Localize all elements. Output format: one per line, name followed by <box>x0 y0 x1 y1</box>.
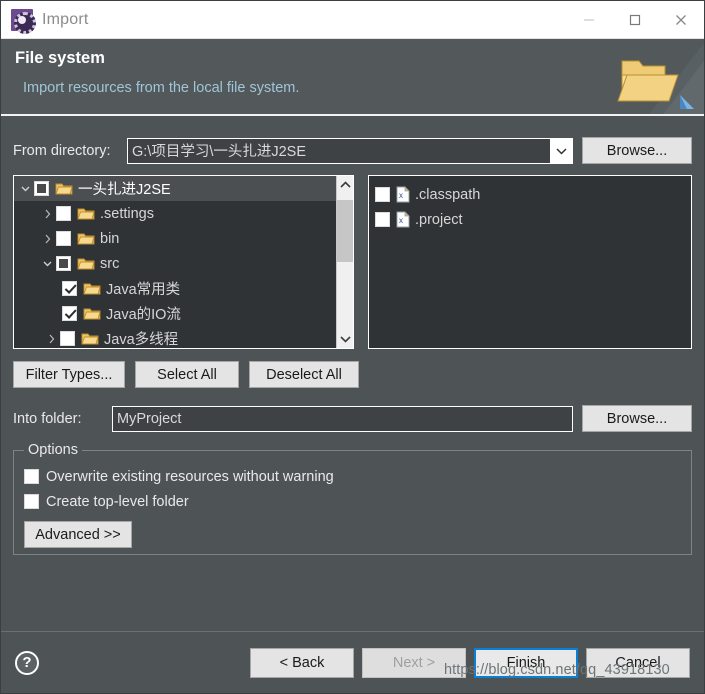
folder-icon <box>83 282 101 296</box>
chevron-down-icon[interactable] <box>337 330 354 348</box>
select-all-button[interactable]: Select All <box>135 361 239 388</box>
tree-checkbox[interactable] <box>56 206 71 221</box>
options-group: Options Overwrite existing resources wit… <box>13 442 692 555</box>
dialog-footer: ? < Back Next > Finish Cancel https://bl… <box>1 631 704 693</box>
tree-checkbox[interactable] <box>62 306 77 321</box>
file-list-panel[interactable]: x .classpath x .project <box>368 175 692 349</box>
selection-buttons-row: Filter Types... Select All Deselect All <box>13 361 692 388</box>
import-dialog: Import File system Import resources from… <box>0 0 705 694</box>
overwrite-option-label: Overwrite existing resources without war… <box>46 468 334 485</box>
open-folder-import-icon <box>617 43 704 114</box>
page-title: File system <box>15 49 105 67</box>
overwrite-checkbox[interactable] <box>24 469 39 484</box>
dialog-body: From directory: G:\项目学习\一头扎进J2SE Browse.… <box>1 116 704 631</box>
tree-row-label: .settings <box>100 205 154 222</box>
browse-into-folder-button[interactable]: Browse... <box>582 405 692 432</box>
tree-checkbox[interactable] <box>56 231 71 246</box>
file-checkbox[interactable] <box>375 187 390 202</box>
chevron-down-icon[interactable] <box>550 138 572 163</box>
chevron-down-icon[interactable] <box>40 259 56 269</box>
help-icon[interactable]: ? <box>15 650 39 675</box>
tree-checkbox[interactable] <box>62 281 77 296</box>
cancel-button[interactable]: Cancel <box>586 647 690 678</box>
title-bar: Import <box>1 1 704 39</box>
finish-button[interactable]: Finish <box>474 647 578 678</box>
xml-file-icon: x <box>396 186 410 203</box>
tree-row-label: Java常用类 <box>106 282 181 298</box>
page-description: Import resources from the local file sys… <box>23 80 300 96</box>
tree-checkbox[interactable] <box>34 181 49 196</box>
folder-icon <box>55 182 73 196</box>
options-legend: Options <box>24 442 82 458</box>
tree-row[interactable]: .settings <box>14 201 336 226</box>
scrollbar-thumb[interactable] <box>336 200 353 262</box>
tree-row[interactable]: Java多线程 <box>14 326 336 348</box>
eclipse-import-icon <box>11 8 36 34</box>
tree-row[interactable]: 一头扎进J2SE <box>14 176 336 201</box>
create-top-level-folder-option-label: Create top-level folder <box>46 493 189 510</box>
folder-tree[interactable]: 一头扎进J2SE .settings bin src Java常用类 Java的… <box>14 176 336 348</box>
tree-row[interactable]: Java的IO流 <box>14 301 336 326</box>
list-item-label: .classpath <box>415 186 481 203</box>
chevron-down-icon[interactable] <box>18 184 34 194</box>
minimize-icon[interactable] <box>566 1 612 39</box>
chevron-right-icon[interactable] <box>40 209 56 219</box>
tree-row-label: bin <box>100 230 120 247</box>
from-directory-combo[interactable]: G:\项目学习\一头扎进J2SE <box>127 137 573 164</box>
maximize-icon[interactable] <box>612 1 658 39</box>
wizard-header: File system Import resources from the lo… <box>1 39 704 116</box>
chevron-right-icon[interactable] <box>40 234 56 244</box>
deselect-all-button[interactable]: Deselect All <box>249 361 359 388</box>
tree-row-label: 一头扎进J2SE <box>78 182 171 198</box>
list-item[interactable]: x .classpath <box>375 182 691 207</box>
back-button[interactable]: < Back <box>250 647 354 678</box>
from-directory-input[interactable]: G:\项目学习\一头扎进J2SE <box>128 140 550 161</box>
folder-icon <box>81 332 99 346</box>
folder-icon <box>77 207 95 221</box>
into-folder-input[interactable]: MyProject <box>112 405 573 432</box>
from-directory-label: From directory: <box>13 142 111 159</box>
chevron-right-icon[interactable] <box>44 334 60 344</box>
folder-icon <box>77 232 95 246</box>
filter-types-button[interactable]: Filter Types... <box>13 361 125 388</box>
tree-row-label: Java多线程 <box>104 332 179 348</box>
wizard-buttons: < Back Next > Finish Cancel <box>242 647 690 678</box>
list-item[interactable]: x .project <box>375 207 691 232</box>
folder-tree-panel: 一头扎进J2SE .settings bin src Java常用类 Java的… <box>13 175 354 349</box>
create-top-level-folder-option-row[interactable]: Create top-level folder <box>24 490 691 513</box>
tree-row-label: Java的IO流 <box>106 307 181 323</box>
create-top-level-folder-checkbox[interactable] <box>24 494 39 509</box>
svg-text:x: x <box>399 191 403 200</box>
tree-row[interactable]: Java常用类 <box>14 276 336 301</box>
tree-checkbox[interactable] <box>56 256 71 271</box>
close-icon[interactable] <box>658 1 704 39</box>
folder-icon <box>77 257 95 271</box>
chevron-up-icon[interactable] <box>337 176 354 194</box>
tree-row[interactable]: bin <box>14 226 336 251</box>
tree-row-label: src <box>100 255 120 272</box>
into-folder-label: Into folder: <box>13 410 82 427</box>
browse-directory-button[interactable]: Browse... <box>582 137 692 164</box>
overwrite-option-row[interactable]: Overwrite existing resources without war… <box>24 465 691 488</box>
next-button: Next > <box>362 647 466 678</box>
tree-row[interactable]: src <box>14 251 336 276</box>
scrollbar-track[interactable] <box>336 194 353 330</box>
xml-file-icon: x <box>396 211 410 228</box>
file-checkbox[interactable] <box>375 212 390 227</box>
from-directory-row: From directory: G:\项目学习\一头扎进J2SE Browse.… <box>13 137 692 164</box>
tree-checkbox[interactable] <box>60 331 75 346</box>
advanced-button[interactable]: Advanced >> <box>24 521 132 548</box>
window-title: Import <box>42 10 89 28</box>
into-folder-row: Into folder: MyProject Browse... <box>13 405 692 432</box>
svg-text:x: x <box>399 216 403 225</box>
tree-scrollbar[interactable] <box>336 176 353 348</box>
list-item-label: .project <box>415 211 463 228</box>
folder-icon <box>83 307 101 321</box>
selection-panels: 一头扎进J2SE .settings bin src Java常用类 Java的… <box>13 175 692 349</box>
window-controls <box>566 1 704 39</box>
